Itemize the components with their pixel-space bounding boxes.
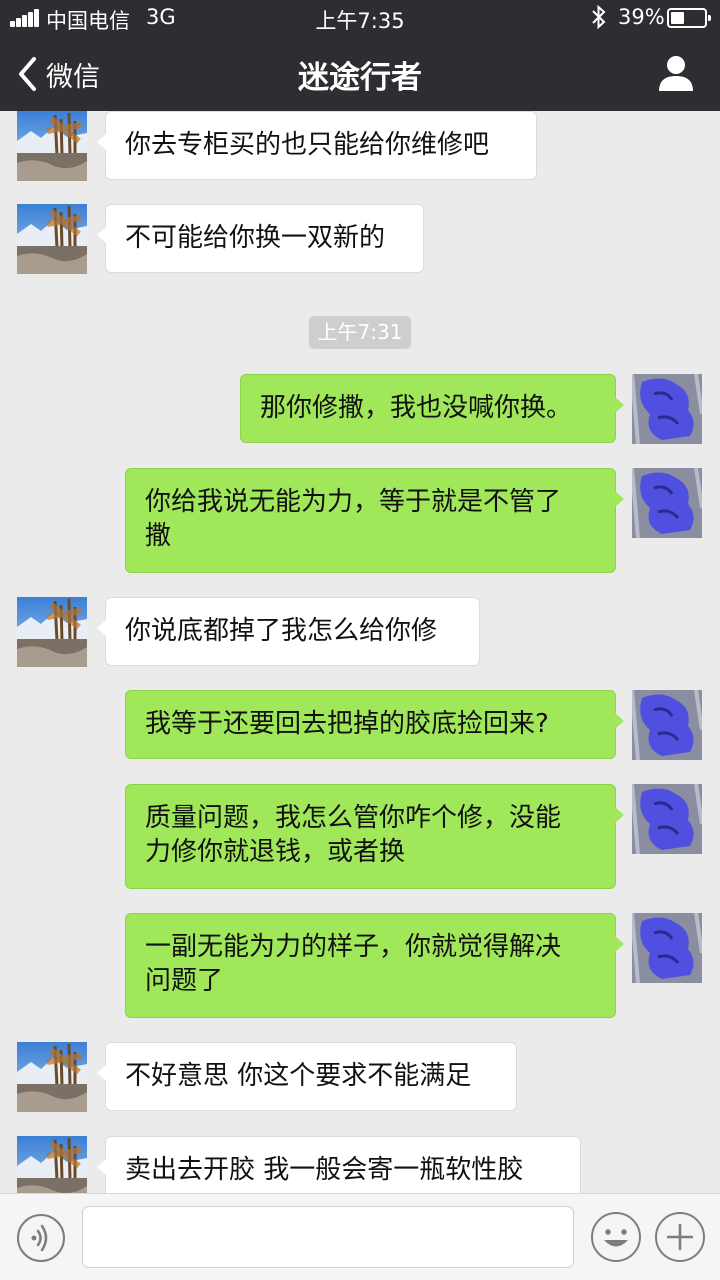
message-text: 不好意思 你这个要求不能满足 bbox=[125, 1061, 472, 1091]
blue-figure-avatar-image bbox=[632, 784, 702, 854]
plus-icon[interactable] bbox=[654, 1211, 706, 1263]
message-bubble-sent[interactable]: 质量问题，我怎么管你咋个修，没能 力修你就退钱，或者换 bbox=[125, 784, 624, 889]
message-bubble-received[interactable]: 你说底都掉了我怎么给你修 bbox=[97, 597, 480, 666]
message-text: 你说底都掉了我怎么给你修 bbox=[125, 616, 438, 646]
my-avatar[interactable] bbox=[632, 468, 702, 538]
message-text: 卖出去开胶 我一般会寄一瓶软性胶 bbox=[125, 1155, 524, 1185]
message-bubble-received[interactable]: 不好意思 你这个要求不能满足 bbox=[97, 1042, 517, 1111]
profile-icon[interactable] bbox=[656, 53, 696, 93]
my-avatar[interactable] bbox=[632, 913, 702, 983]
message-bubble-sent[interactable]: 一副无能为力的样子，你就觉得解决 问题了 bbox=[125, 913, 624, 1018]
contact-avatar[interactable] bbox=[17, 204, 87, 274]
chat-title: 迷途行者 bbox=[298, 60, 422, 96]
blue-figure-avatar-image bbox=[632, 468, 702, 538]
message-bubble-received[interactable]: 卖出去开胶 我一般会寄一瓶软性胶 bbox=[97, 1136, 581, 1193]
nav-bar: 微信 迷途行者 bbox=[0, 36, 720, 111]
message-bubble-sent[interactable]: 我等于还要回去把掉的胶底捡回来? bbox=[125, 690, 624, 759]
message-bubble-sent[interactable]: 那你修撒，我也没喊你换。 bbox=[240, 374, 624, 443]
contact-avatar[interactable] bbox=[17, 1042, 87, 1112]
my-avatar[interactable] bbox=[632, 374, 702, 444]
timestamp-label: 上午7:31 bbox=[309, 316, 411, 349]
status-bar: 中国电信 3G 上午7:35 39% bbox=[0, 0, 720, 36]
message-bubble-received[interactable]: 你去专柜买的也只能给你维修吧 bbox=[97, 111, 537, 180]
message-text: 质量问题，我怎么管你咋个修，没能 力修你就退钱，或者换 bbox=[145, 803, 562, 867]
chat-area[interactable]: 你去专柜买的也只能给你维修吧 不可能给你换一双新的 上午7:31 那你修撒，我也… bbox=[0, 111, 720, 1193]
battery-icon bbox=[667, 8, 711, 28]
bluetooth-icon bbox=[592, 4, 606, 30]
emoji-icon[interactable] bbox=[590, 1211, 642, 1263]
contact-avatar[interactable] bbox=[17, 111, 87, 181]
message-text: 不可能给你换一双新的 bbox=[125, 223, 386, 253]
status-time: 上午7:35 bbox=[315, 9, 405, 33]
my-avatar[interactable] bbox=[632, 784, 702, 854]
message-text: 一副无能为力的样子，你就觉得解决 问题了 bbox=[145, 932, 562, 996]
voice-input-icon[interactable] bbox=[16, 1213, 66, 1263]
landscape-avatar-image bbox=[17, 1042, 87, 1112]
message-text: 那你修撒，我也没喊你换。 bbox=[260, 393, 573, 423]
landscape-avatar-image bbox=[17, 1136, 87, 1193]
message-bubble-sent[interactable]: 你给我说无能为力，等于就是不管了 撒 bbox=[125, 468, 624, 573]
message-input[interactable] bbox=[82, 1206, 574, 1268]
message-text: 我等于还要回去把掉的胶底捡回来? bbox=[145, 709, 549, 739]
landscape-avatar-image bbox=[17, 204, 87, 274]
blue-figure-avatar-image bbox=[632, 913, 702, 983]
blue-figure-avatar-image bbox=[632, 690, 702, 760]
input-bar bbox=[0, 1193, 720, 1280]
message-bubble-received[interactable]: 不可能给你换一双新的 bbox=[97, 204, 424, 273]
message-text: 你去专柜买的也只能给你维修吧 bbox=[125, 130, 490, 160]
top-bar: 中国电信 3G 上午7:35 39% 微信 迷途行者 bbox=[0, 0, 720, 111]
blue-figure-avatar-image bbox=[632, 374, 702, 444]
contact-avatar[interactable] bbox=[17, 1136, 87, 1193]
my-avatar[interactable] bbox=[632, 690, 702, 760]
battery-percent: 39% bbox=[618, 5, 665, 29]
landscape-avatar-image bbox=[17, 597, 87, 667]
landscape-avatar-image bbox=[17, 111, 87, 181]
contact-avatar[interactable] bbox=[17, 597, 87, 667]
message-text: 你给我说无能为力，等于就是不管了 撒 bbox=[145, 487, 562, 551]
